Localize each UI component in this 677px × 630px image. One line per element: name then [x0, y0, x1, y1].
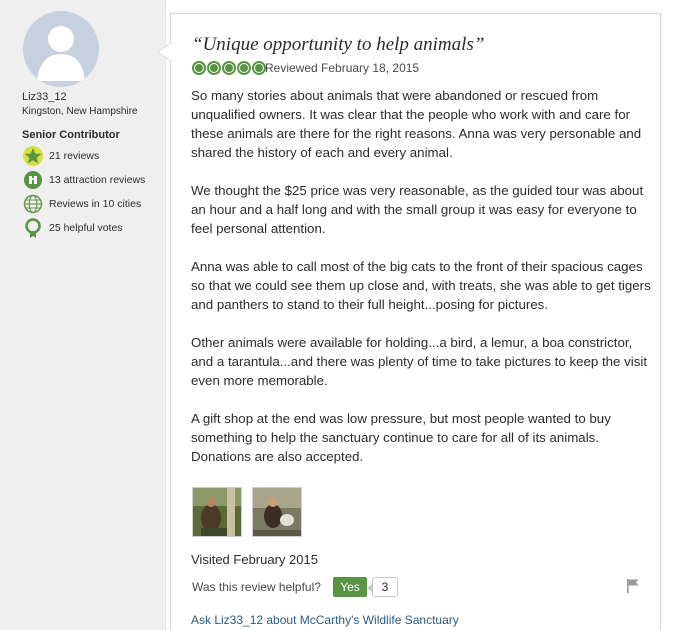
- stat-reviews[interactable]: 21 reviews: [22, 145, 99, 167]
- stat-label: Reviews in 10 cities: [49, 198, 142, 210]
- review-photo-thumbnail[interactable]: [252, 487, 302, 537]
- flag-icon[interactable]: [626, 578, 640, 594]
- review-paragraph: We thought the $25 price was very reason…: [191, 183, 644, 236]
- ask-reviewer-link[interactable]: Ask Liz33_12 about McCarthy's Wildlife S…: [191, 613, 459, 627]
- rating-bubble-icon: [207, 61, 221, 75]
- stat-helpful-votes[interactable]: 25 helpful votes: [22, 217, 123, 239]
- attraction-icon: [22, 169, 44, 191]
- default-avatar-icon: [37, 26, 85, 81]
- stat-cities[interactable]: Reviews in 10 cities: [22, 193, 141, 215]
- rating-bubble-icon: [222, 61, 236, 75]
- rating-bubble-icon: [237, 61, 251, 75]
- review-body: So many stories about animals that were …: [191, 86, 651, 485]
- reviewer-level: Senior Contributor: [22, 129, 120, 141]
- review-photos: [192, 487, 302, 537]
- stat-attraction-reviews[interactable]: 13 attraction reviews: [22, 169, 145, 191]
- globe-icon: [22, 193, 44, 215]
- reviewed-date: Reviewed February 18, 2015: [265, 61, 420, 75]
- stat-label: 21 reviews: [49, 150, 100, 162]
- reviewer-username[interactable]: Liz33_12: [22, 91, 67, 103]
- helpful-count: 3: [367, 577, 398, 597]
- review-paragraph: So many stories about animals that were …: [191, 88, 642, 160]
- helpful-votes-icon: [22, 217, 44, 239]
- review-paragraph: Anna was able to call most of the big ca…: [191, 259, 651, 312]
- visited-date: Visited February 2015: [191, 552, 318, 567]
- stat-label: 13 attraction reviews: [49, 174, 146, 186]
- rating-bubble-icon: [252, 61, 266, 75]
- star-badge-icon: [22, 145, 44, 167]
- review-title[interactable]: “Unique opportunity to help animals”: [192, 34, 484, 56]
- review-paragraph: A gift shop at the end was low pressure,…: [191, 411, 611, 464]
- card-pointer: [158, 42, 172, 62]
- stat-label: 25 helpful votes: [49, 222, 123, 234]
- avatar[interactable]: [23, 11, 99, 87]
- rating-bubble-icon: [192, 61, 206, 75]
- review-paragraph: Other animals were available for holding…: [191, 335, 648, 388]
- helpful-question: Was this review helpful?: [192, 580, 321, 594]
- review-photo-thumbnail[interactable]: [192, 487, 242, 537]
- helpful-yes-button[interactable]: Yes: [333, 577, 367, 597]
- reviewer-location: Kingston, New Hampshire: [22, 106, 138, 117]
- rating-bubbles: [192, 61, 266, 75]
